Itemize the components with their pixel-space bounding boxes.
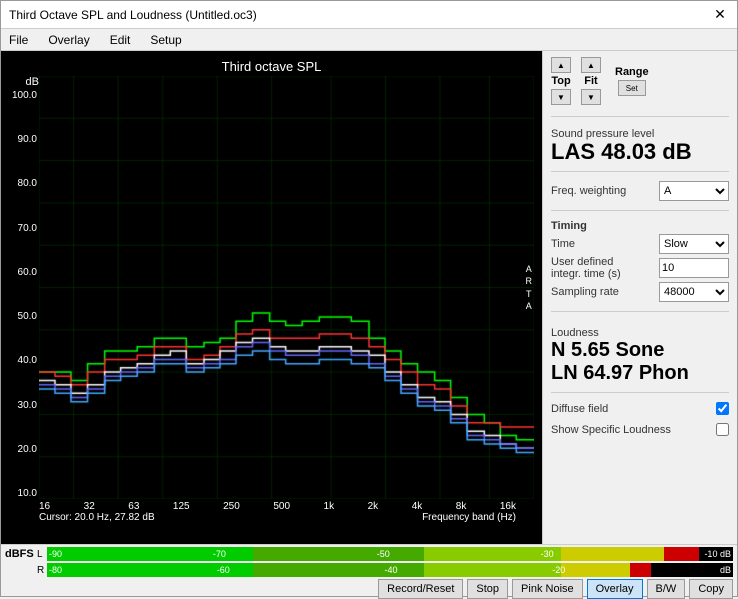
time-select[interactable]: Slow Fast Impulse: [659, 234, 729, 254]
x-tick: 32: [84, 501, 95, 512]
top-down-button[interactable]: ▼: [551, 89, 571, 105]
y-tick: 30.0: [12, 400, 37, 411]
y-tick: 10.0: [12, 488, 37, 499]
y-tick: 60.0: [12, 267, 37, 278]
loudness-label: Loudness: [551, 327, 729, 339]
time-row: Time Slow Fast Impulse: [551, 234, 729, 254]
loudness-n-value: N 5.65 Sone: [551, 339, 729, 362]
fit-label: Fit: [584, 75, 597, 87]
x-tick: 16: [39, 501, 50, 512]
x-tick: 2k: [368, 501, 379, 512]
set-button[interactable]: Set: [618, 80, 646, 96]
diffuse-field-row: Diffuse field: [551, 402, 729, 415]
pink-noise-button[interactable]: Pink Noise: [512, 579, 583, 599]
timing-label: Timing: [551, 220, 729, 232]
timing-section: Timing Time Slow Fast Impulse User defin…: [551, 220, 729, 304]
loudness-ln-value: LN 64.97 Phon: [551, 362, 729, 385]
x-tick: 4k: [412, 501, 423, 512]
range-label: Range: [615, 66, 649, 78]
stop-button[interactable]: Stop: [467, 579, 508, 599]
diffuse-field-checkbox[interactable]: [716, 402, 729, 415]
main-window: Third Octave SPL and Loudness (Untitled.…: [0, 0, 738, 597]
bottom-bar: dBFS L -90 -70 -50 -30 -10 dB: [1, 544, 737, 596]
dbfs-label: dBFS: [5, 548, 37, 560]
x-tick: 63: [128, 501, 139, 512]
x-tick: 125: [173, 501, 190, 512]
freq-weighting-row: Freq. weighting A B C Z: [551, 181, 729, 201]
menu-overlay[interactable]: Overlay: [44, 31, 93, 49]
x-axis: 16 32 63 125 250 500 1k 2k 4k 8k 16k: [9, 501, 534, 512]
right-panel: ▲ Top ▼ ▲ Fit ▼ Range Set Sound pre: [542, 51, 737, 544]
r-tick-5: dB: [720, 565, 731, 575]
spl-value: LAS 48.03 dB: [551, 140, 729, 164]
menu-file[interactable]: File: [5, 31, 32, 49]
main-content: Third octave SPL dB 100.0 90.0 80.0 70.0…: [1, 51, 737, 544]
close-button[interactable]: ✕: [711, 6, 729, 24]
y-tick: 80.0: [12, 178, 37, 189]
freq-weighting-select[interactable]: A B C Z: [659, 181, 729, 201]
y-tick: 50.0: [12, 311, 37, 322]
button-row: Record/Reset Stop Pink Noise Overlay B/W…: [5, 579, 733, 599]
menu-edit[interactable]: Edit: [106, 31, 135, 49]
y-tick: 70.0: [12, 223, 37, 234]
loudness-section: Loudness N 5.65 Sone LN 64.97 Phon: [551, 323, 729, 385]
l-tick-5: -10 dB: [704, 549, 731, 559]
l-meter: -90 -70 -50 -30 -10 dB: [47, 547, 733, 561]
x-tick: 1k: [324, 501, 335, 512]
spl-section: Sound pressure level LAS 48.03 dB: [551, 124, 729, 164]
sampling-rate-label: Sampling rate: [551, 286, 619, 298]
user-defined-input[interactable]: [659, 258, 729, 278]
x-tick: 500: [273, 501, 290, 512]
copy-button[interactable]: Copy: [689, 579, 733, 599]
x-tick: 250: [223, 501, 240, 512]
top-up-button[interactable]: ▲: [551, 57, 571, 73]
fit-up-button[interactable]: ▲: [581, 57, 601, 73]
x-tick: 8k: [456, 501, 467, 512]
chart-canvas: [39, 76, 534, 499]
show-specific-row: Show Specific Loudness: [551, 423, 729, 436]
record-reset-button[interactable]: Record/Reset: [378, 579, 463, 599]
y-tick: 90.0: [12, 134, 37, 145]
arta-label: ARTA: [526, 262, 533, 312]
overlay-button[interactable]: Overlay: [587, 579, 643, 599]
y-tick: 20.0: [12, 444, 37, 455]
chart-area: Third octave SPL dB 100.0 90.0 80.0 70.0…: [1, 51, 542, 544]
y-tick: 40.0: [12, 355, 37, 366]
user-defined-row: User definedintegr. time (s): [551, 256, 729, 280]
x-tick: 16k: [500, 501, 516, 512]
y-tick: 100.0: [12, 90, 37, 101]
top-label: Top: [551, 75, 570, 87]
diffuse-field-label: Diffuse field: [551, 403, 608, 415]
user-defined-label: User definedintegr. time (s): [551, 256, 621, 280]
show-specific-label: Show Specific Loudness: [551, 424, 671, 436]
freq-band-label: Frequency band (Hz): [422, 512, 516, 523]
menu-setup[interactable]: Setup: [146, 31, 185, 49]
show-specific-checkbox[interactable]: [716, 423, 729, 436]
cursor-info: Cursor: 20.0 Hz, 27.82 dB: [39, 512, 155, 523]
nav-controls: ▲ Top ▼ ▲ Fit ▼ Range Set: [551, 57, 729, 105]
menu-bar: File Overlay Edit Setup: [1, 29, 737, 51]
bw-button[interactable]: B/W: [647, 579, 686, 599]
freq-weighting-label: Freq. weighting: [551, 185, 626, 197]
r-channel-row: R -80 -60 -40 -20 dB: [5, 563, 733, 577]
title-bar: Third Octave SPL and Loudness (Untitled.…: [1, 1, 737, 29]
sampling-rate-select[interactable]: 48000 44100 96000: [659, 282, 729, 302]
window-title: Third Octave SPL and Loudness (Untitled.…: [9, 8, 257, 22]
l-channel-row: dBFS L -90 -70 -50 -30 -10 dB: [5, 547, 733, 561]
fit-down-button[interactable]: ▼: [581, 89, 601, 105]
r-meter: -80 -60 -40 -20 dB: [47, 563, 733, 577]
time-label: Time: [551, 238, 575, 250]
r-label: R: [37, 565, 47, 576]
l-label: L: [37, 549, 47, 560]
y-label: dB: [26, 76, 39, 88]
chart-title: Third octave SPL: [9, 59, 534, 74]
sampling-rate-row: Sampling rate 48000 44100 96000: [551, 282, 729, 302]
